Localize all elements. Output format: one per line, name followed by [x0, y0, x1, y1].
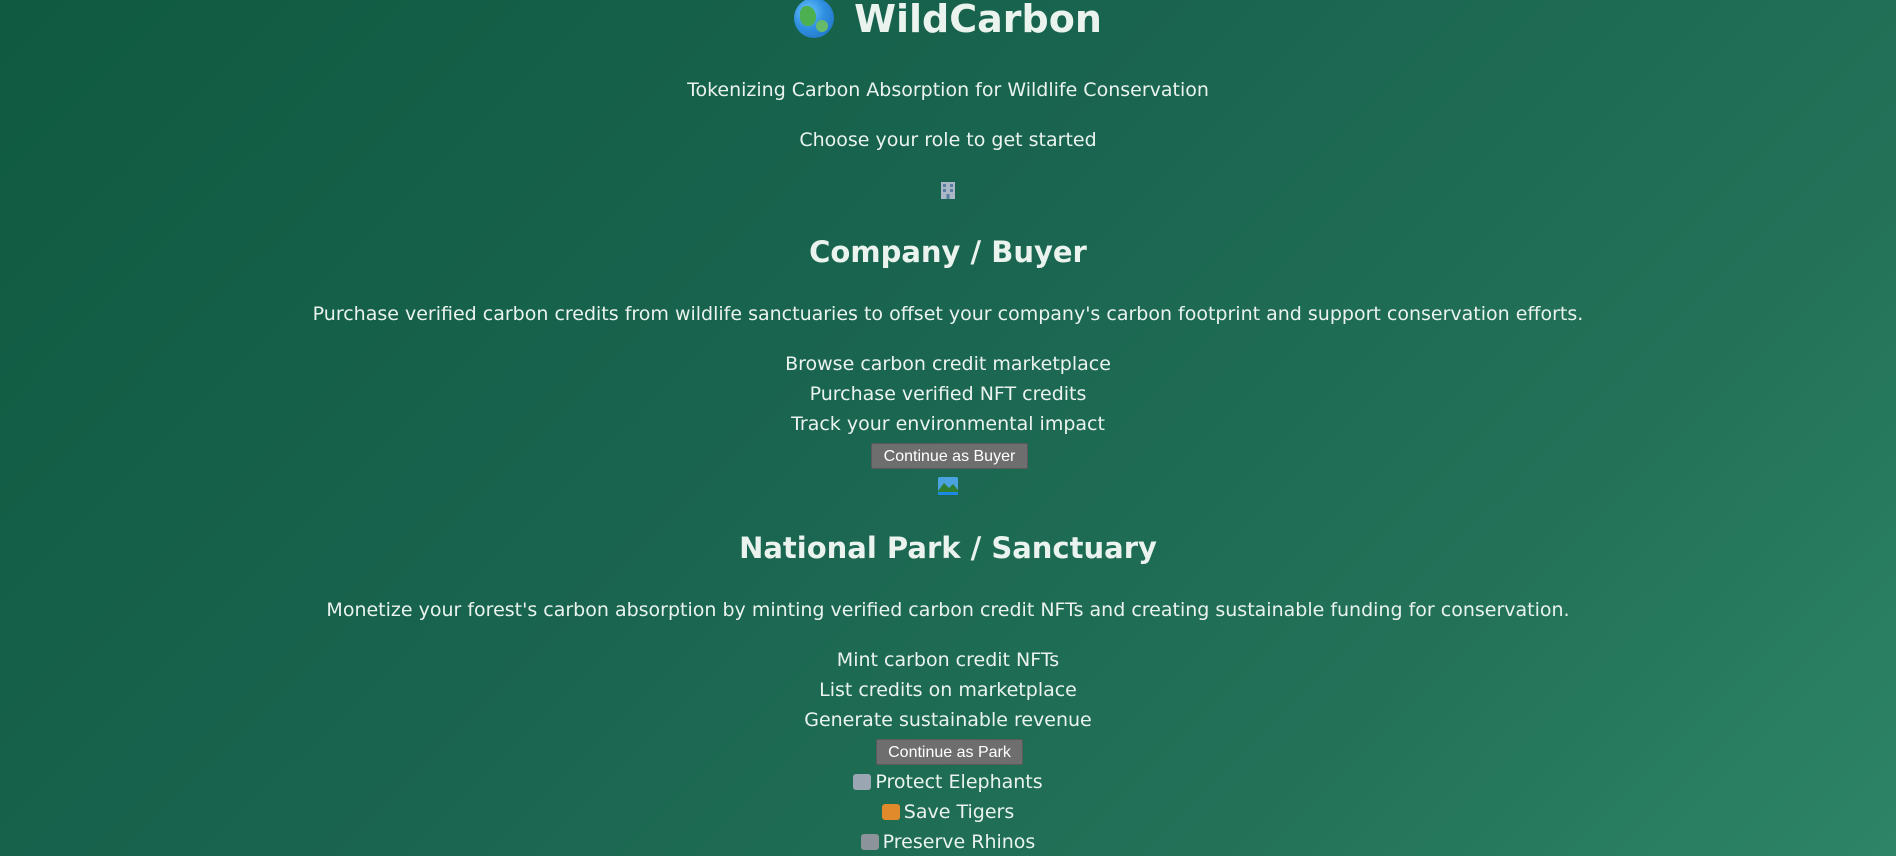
cause-label: Save Tigers [903, 801, 1015, 823]
cause-item: Save Tigers [0, 800, 1896, 824]
elephant-icon [853, 774, 872, 790]
cause-item: Protect Elephants [0, 770, 1896, 794]
park-role-description: Monetize your forest's carbon absorption… [326, 599, 1570, 621]
continue-as-park-button[interactable]: Continue as Park [876, 739, 1023, 765]
buyer-feature-item: Browse carbon credit marketplace [785, 353, 1111, 375]
park-feature-item: Mint carbon credit NFTs [836, 649, 1060, 671]
park-role-title: National Park / Sanctuary [739, 531, 1157, 565]
park-feature-item: List credits on marketplace [819, 679, 1077, 701]
buyer-feature-item: Purchase verified NFT credits [809, 383, 1087, 405]
globe-icon [794, 0, 835, 38]
app-title: WildCarbon [0, 0, 1896, 46]
buyer-feature-item: Track your environmental impact [791, 413, 1105, 435]
cause-label: Preserve Rhinos [882, 831, 1036, 853]
tiger-icon [881, 804, 900, 820]
app-title-text: WildCarbon [854, 0, 1102, 41]
role-prompt: Choose your role to get started [799, 129, 1097, 151]
tagline: Tokenizing Carbon Absorption for Wildlif… [687, 79, 1209, 101]
buyer-role-title: Company / Buyer [809, 235, 1087, 269]
park-feature-item: Generate sustainable revenue [804, 709, 1092, 731]
office-building-icon [938, 180, 958, 204]
buyer-role-description: Purchase verified carbon credits from wi… [312, 303, 1584, 325]
national-park-icon [938, 476, 958, 500]
rhino-icon [860, 834, 879, 850]
cause-label: Protect Elephants [875, 771, 1043, 793]
continue-as-buyer-button[interactable]: Continue as Buyer [871, 443, 1028, 469]
cause-item: Preserve Rhinos [0, 830, 1896, 854]
